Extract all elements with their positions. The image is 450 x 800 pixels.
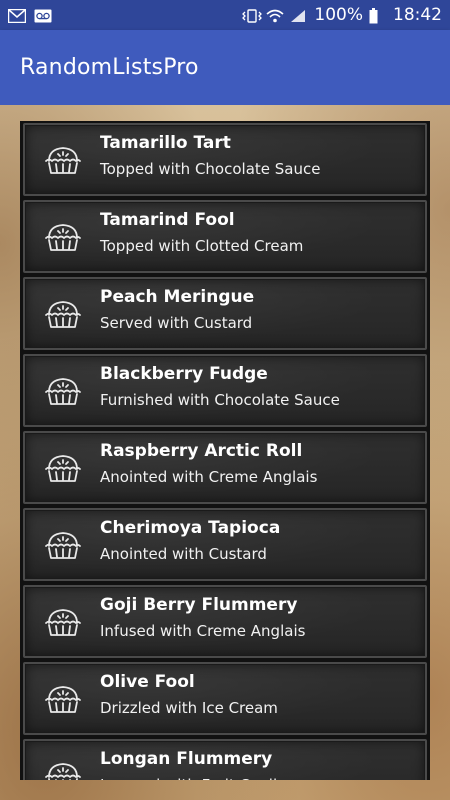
list-item-title: Longan Flummery (100, 749, 273, 769)
status-bar-right: 100% 18:42 (242, 5, 442, 25)
gmail-icon (7, 8, 27, 24)
list-item-subtitle: Anointed with Creme Anglais (100, 468, 318, 486)
battery-text: 100% (314, 5, 363, 25)
list-item-title: Cherimoya Tapioca (100, 518, 281, 538)
list-item-title: Tamarillo Tart (100, 133, 231, 153)
vibrate-icon (242, 8, 263, 23)
pie-icon (43, 759, 83, 780)
list-item-subtitle: Infused with Creme Anglais (100, 622, 306, 640)
list-item-title: Raspberry Arctic Roll (100, 441, 303, 461)
list-item-subtitle: Topped with Clotted Cream (100, 237, 304, 255)
list-item-subtitle: Served with Custard (100, 314, 253, 332)
list-item[interactable]: Olive Fool Drizzled with Ice Cream (23, 662, 427, 735)
list-item-title: Blackberry Fudge (100, 364, 268, 384)
list-item-subtitle: Drizzled with Ice Cream (100, 699, 278, 717)
list-item[interactable]: Raspberry Arctic Roll Anointed with Crem… (23, 431, 427, 504)
list-item-subtitle: Layered with Fruit Coulis (100, 776, 285, 780)
list-item-title: Olive Fool (100, 672, 195, 692)
list-item[interactable]: Cherimoya Tapioca Anointed with Custard (23, 508, 427, 581)
list-item-title: Tamarind Fool (100, 210, 235, 230)
app-bar: RandomListsPro (0, 30, 450, 105)
pie-icon (43, 297, 83, 333)
list-item-subtitle: Topped with Chocolate Sauce (100, 160, 321, 178)
cell-signal-icon (290, 8, 308, 22)
pie-icon (43, 220, 83, 256)
dessert-list[interactable]: Tamarillo Tart Topped with Chocolate Sau… (20, 121, 430, 780)
voicemail-icon (34, 8, 52, 23)
pie-icon (43, 374, 83, 410)
clock: 18:42 (393, 5, 442, 25)
list-item[interactable]: Peach Meringue Served with Custard (23, 277, 427, 350)
pie-icon (43, 143, 83, 179)
pie-icon (43, 451, 83, 487)
pie-icon (43, 605, 83, 641)
list-item[interactable]: Goji Berry Flummery Infused with Creme A… (23, 585, 427, 658)
battery-icon (369, 8, 387, 24)
list-item-subtitle: Furnished with Chocolate Sauce (100, 391, 340, 409)
list-item[interactable]: Longan Flummery Layered with Fruit Couli… (23, 739, 427, 780)
wifi-icon (266, 8, 284, 23)
pie-icon (43, 528, 83, 564)
app-title: RandomListsPro (20, 55, 199, 80)
list-item[interactable]: Blackberry Fudge Furnished with Chocolat… (23, 354, 427, 427)
pie-icon (43, 682, 83, 718)
status-bar: 100% 18:42 (0, 0, 450, 30)
list-item-title: Goji Berry Flummery (100, 595, 298, 615)
list-item-title: Peach Meringue (100, 287, 255, 307)
list-item[interactable]: Tamarillo Tart Topped with Chocolate Sau… (23, 123, 427, 196)
list-item-subtitle: Anointed with Custard (100, 545, 267, 563)
status-bar-left (7, 8, 52, 24)
list-item[interactable]: Tamarind Fool Topped with Clotted Cream (23, 200, 427, 273)
